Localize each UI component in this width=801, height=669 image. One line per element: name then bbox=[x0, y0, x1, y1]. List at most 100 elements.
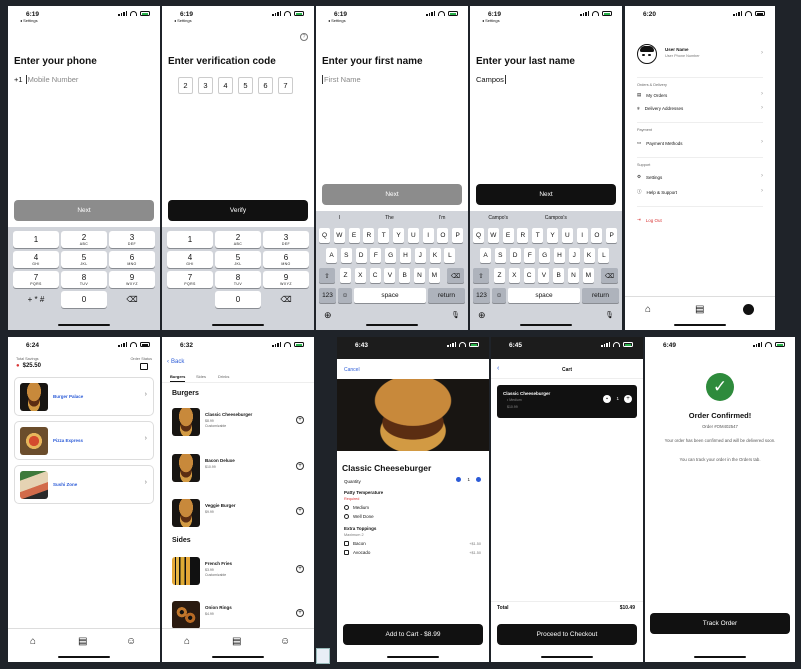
cart-item[interactable]: Classic Cheeseburger • Medium $10.99 ▪ 1… bbox=[497, 385, 637, 418]
key[interactable]: V bbox=[384, 268, 396, 283]
keypad-key[interactable]: 5 JKL bbox=[215, 251, 261, 268]
key[interactable]: I bbox=[422, 228, 434, 243]
code-digit[interactable]: 5 bbox=[238, 77, 253, 94]
key[interactable]: R bbox=[517, 228, 529, 243]
temp-option[interactable]: Well Done bbox=[344, 514, 374, 519]
keypad-key[interactable] bbox=[167, 291, 213, 308]
key[interactable]: P bbox=[606, 228, 618, 243]
help-icon[interactable]: ? bbox=[300, 33, 308, 41]
plus-icon[interactable] bbox=[476, 477, 481, 482]
delete-key[interactable]: ⌫ bbox=[601, 268, 618, 283]
orders-icon[interactable]: ▤ bbox=[695, 304, 704, 315]
key[interactable]: H bbox=[400, 248, 411, 263]
keypad-key[interactable]: 6 MNO bbox=[263, 251, 309, 268]
key[interactable]: J bbox=[414, 248, 426, 263]
space-key[interactable]: space bbox=[354, 288, 426, 303]
key[interactable]: B bbox=[553, 268, 565, 283]
code-boxes[interactable]: 2 3 4 5 6 7 bbox=[178, 77, 293, 94]
key[interactable]: P bbox=[452, 228, 464, 243]
globe-icon[interactable]: ⊕ bbox=[324, 310, 332, 321]
order-status-icon[interactable] bbox=[140, 363, 148, 370]
code-digit[interactable]: 3 bbox=[198, 77, 213, 94]
key[interactable]: Z bbox=[494, 268, 505, 283]
keypad-key[interactable]: ⌫ bbox=[263, 291, 309, 308]
key[interactable]: Y bbox=[393, 228, 404, 243]
add-icon[interactable]: + bbox=[296, 416, 304, 424]
keypad-key[interactable]: 5 JKL bbox=[61, 251, 107, 268]
keypad-key[interactable]: 9 WXYZ bbox=[109, 271, 155, 288]
key[interactable]: U bbox=[561, 228, 573, 243]
home-icon[interactable]: ⌂ bbox=[30, 636, 36, 647]
back-to-settings[interactable]: ◂ Settings bbox=[174, 18, 192, 23]
keypad-key[interactable]: 1 bbox=[167, 231, 213, 248]
code-digit[interactable]: 6 bbox=[258, 77, 273, 94]
profile-tab-icon[interactable] bbox=[743, 304, 754, 315]
key[interactable]: C bbox=[523, 268, 535, 283]
key[interactable]: F bbox=[370, 248, 382, 263]
cancel-button[interactable]: Cancel bbox=[344, 367, 360, 373]
key[interactable]: L bbox=[598, 248, 610, 263]
menu-my-orders[interactable]: ▤ My Orders bbox=[637, 92, 667, 98]
key[interactable]: Z bbox=[340, 268, 351, 283]
keypad-key[interactable]: 6 MNO bbox=[109, 251, 155, 268]
minus-icon[interactable] bbox=[456, 477, 462, 482]
suggestion[interactable]: The bbox=[385, 215, 394, 221]
temp-option[interactable]: Medium bbox=[344, 505, 369, 510]
key[interactable]: W bbox=[333, 228, 345, 243]
key[interactable]: S bbox=[340, 248, 352, 263]
key[interactable]: N bbox=[568, 268, 579, 283]
emoji-icon[interactable]: ☺ bbox=[338, 288, 352, 303]
add-icon[interactable]: + bbox=[296, 565, 304, 573]
verify-button[interactable]: Verify bbox=[168, 200, 308, 221]
profile-icon[interactable]: ☺ bbox=[126, 636, 136, 647]
tab-sides[interactable]: Sides bbox=[196, 374, 206, 379]
microphone-icon[interactable]: 🎙 bbox=[451, 311, 460, 319]
key[interactable]: L bbox=[444, 248, 456, 263]
key[interactable]: U bbox=[407, 228, 419, 243]
key[interactable]: G bbox=[539, 248, 551, 263]
next-button[interactable]: Next bbox=[14, 200, 154, 221]
numbers-key[interactable]: 123 bbox=[319, 288, 336, 303]
tab-drinks[interactable]: Drinks bbox=[218, 374, 229, 379]
menu-item[interactable]: Classic Cheeseburger $8.99 Customizable … bbox=[172, 408, 304, 440]
first-name-input[interactable]: First Name bbox=[322, 75, 361, 84]
next-button[interactable]: Next bbox=[322, 184, 462, 205]
key[interactable]: H bbox=[554, 248, 565, 263]
key[interactable]: I bbox=[576, 228, 588, 243]
key[interactable]: B bbox=[399, 268, 411, 283]
key[interactable]: W bbox=[487, 228, 499, 243]
keypad-key[interactable]: + * # bbox=[13, 291, 59, 308]
keypad-key[interactable]: 3 DEF bbox=[263, 231, 309, 248]
key[interactable]: E bbox=[502, 228, 514, 243]
orders-icon[interactable]: ▤ bbox=[78, 636, 87, 647]
key[interactable]: S bbox=[494, 248, 506, 263]
menu-help-support[interactable]: ⓘ Help & Support bbox=[637, 189, 677, 195]
trash-icon[interactable]: ▪ bbox=[603, 395, 611, 403]
key[interactable]: E bbox=[348, 228, 360, 243]
key[interactable]: X bbox=[354, 268, 366, 283]
last-name-input[interactable]: Campos bbox=[476, 75, 506, 84]
return-key[interactable]: return bbox=[428, 288, 465, 303]
key[interactable]: T bbox=[532, 228, 544, 243]
restaurant-card[interactable]: Burger Palace › bbox=[14, 377, 154, 416]
restaurant-card[interactable]: Sushi Zone › bbox=[14, 465, 154, 504]
keypad-key[interactable]: 8 TUV bbox=[61, 271, 107, 288]
key[interactable]: T bbox=[378, 228, 390, 243]
profile-icon[interactable]: ☺ bbox=[280, 636, 290, 647]
home-icon[interactable]: ⌂ bbox=[645, 304, 651, 315]
key[interactable]: N bbox=[414, 268, 425, 283]
key[interactable]: F bbox=[524, 248, 536, 263]
suggestion[interactable]: I bbox=[339, 215, 340, 221]
numbers-key[interactable]: 123 bbox=[473, 288, 490, 303]
orders-icon[interactable]: ▤ bbox=[232, 636, 241, 647]
suggestion[interactable]: I'm bbox=[439, 215, 446, 221]
globe-icon[interactable]: ⊕ bbox=[478, 310, 486, 321]
back-to-settings[interactable]: ◂ Settings bbox=[328, 18, 346, 23]
key[interactable]: C bbox=[369, 268, 381, 283]
menu-item[interactable]: Bacon Deluxe $10.99 + bbox=[172, 454, 304, 486]
back-to-settings[interactable]: ◂ Settings bbox=[20, 18, 38, 23]
menu-settings[interactable]: ⚙ Settings bbox=[637, 174, 662, 180]
keypad-key[interactable]: 0 bbox=[61, 291, 107, 308]
back-to-settings[interactable]: ◂ Settings bbox=[482, 18, 500, 23]
code-digit[interactable]: 4 bbox=[218, 77, 233, 94]
